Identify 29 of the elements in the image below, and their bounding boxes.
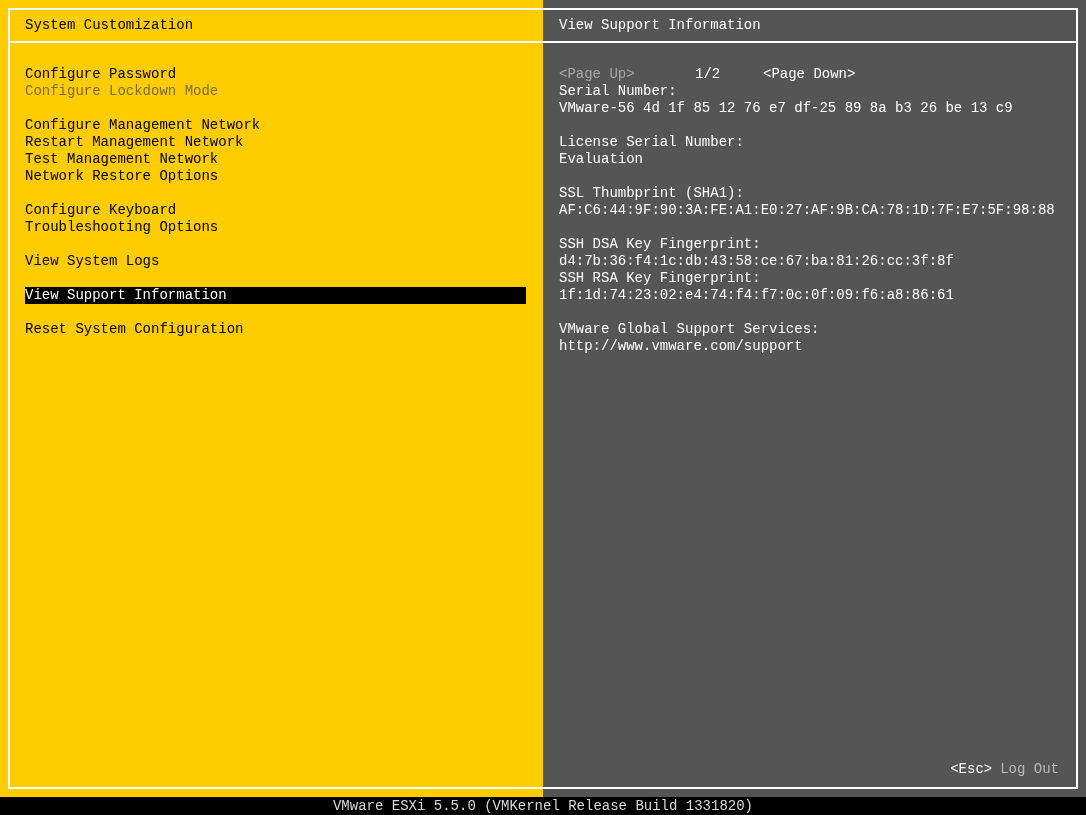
esc-key[interactable]: <Esc> (950, 761, 993, 778)
menu-item[interactable]: Reset System Configuration (25, 321, 526, 338)
info-label: VMware Global Support Services: (559, 321, 821, 338)
menu-item[interactable]: Troubleshooting Options (25, 219, 526, 236)
info-value: Evaluation (559, 151, 644, 168)
menu-item[interactable]: Network Restore Options (25, 168, 526, 185)
version-text: VMware ESXi 5.5.0 (VMKernel Release Build 1331820) (332, 797, 754, 815)
info-value: d4:7b:36:f4:1c:db:43:58:ce:67:ba:81:26:cc:3f:8f (559, 253, 955, 270)
page-indicator: 1/2 (695, 66, 722, 83)
info-label: License Serial Number: (559, 134, 745, 151)
panel-title: System Customization (25, 17, 194, 34)
menu-item[interactable]: Configure Password (25, 66, 526, 83)
panel-title: View Support Information (559, 17, 761, 34)
info-value: AF:C6:44:9F:90:3A:FE:A1:E0:27:AF:9B:CA:78:1D:7F:E7:5F:98:88 (559, 202, 1056, 219)
page-down-key[interactable]: <Page Down> (763, 66, 863, 83)
info-value: 1f:1d:74:23:02:e4:74:f4:f7:0c:0f:09:f6:a8:86:61 (559, 287, 955, 304)
info-value: http://www.vmware.com/support (559, 338, 804, 355)
menu-item[interactable]: Test Management Network (25, 151, 526, 168)
menu-item[interactable]: Restart Management Network (25, 134, 526, 151)
info-label: SSH RSA Key Fingerprint: (559, 270, 762, 287)
menu-item[interactable]: Configure Keyboard (25, 202, 526, 219)
log-out-label: Log Out (1000, 761, 1059, 778)
info-label: SSH DSA Key Fingerprint: (559, 236, 762, 253)
menu-item[interactable]: View Support Information (25, 287, 526, 304)
menu-item[interactable]: View System Logs (25, 253, 526, 270)
menu-item[interactable]: Configure Management Network (25, 117, 526, 134)
info-value: VMware-56 4d 1f 85 12 76 e7 df-25 89 8a b3 26 be 13 c9 (559, 100, 1014, 117)
info-label: Serial Number: (559, 83, 678, 100)
info-label: SSL Thumbprint (SHA1): (559, 185, 745, 202)
